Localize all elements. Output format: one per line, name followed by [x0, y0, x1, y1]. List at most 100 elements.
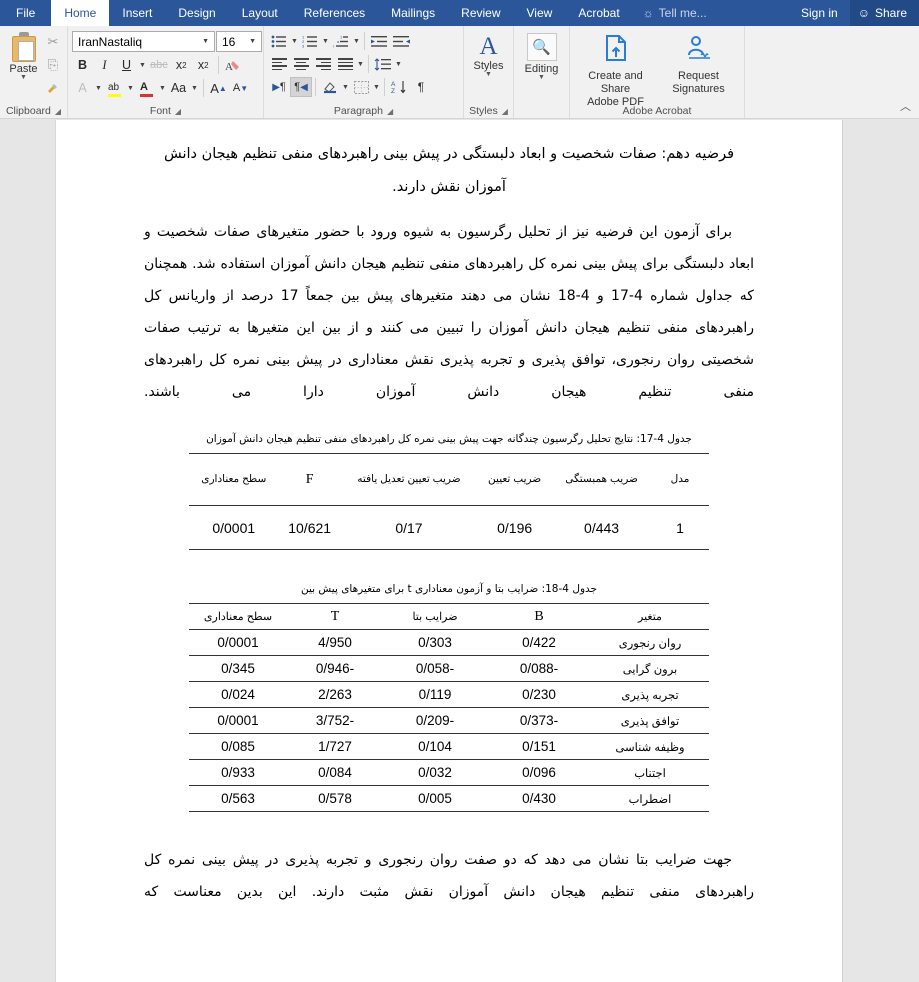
- text-highlight-color-button[interactable]: ab: [104, 78, 125, 98]
- tab-view[interactable]: View: [514, 0, 566, 26]
- font-divider: [217, 56, 219, 74]
- tab-design[interactable]: Design: [165, 0, 228, 26]
- editing-button[interactable]: 🔍 Editing ▼: [518, 29, 565, 81]
- underline-button[interactable]: U: [116, 55, 137, 75]
- align-left-button[interactable]: [268, 54, 290, 74]
- paragraph-dialog-launcher-icon[interactable]: ◢: [387, 107, 393, 116]
- font-name-combobox[interactable]: IranNastaliq ▼: [72, 31, 215, 52]
- table-2-cell-b: -0/373: [519, 713, 559, 728]
- document-page[interactable]: فرضیه دهم: صفات شخصیت و ابعاد دلبستگی در…: [55, 120, 843, 982]
- align-right-button[interactable]: [312, 54, 334, 74]
- table-1-cell-model: 1: [676, 519, 684, 536]
- multilevel-chevron-down-icon[interactable]: ▼: [352, 38, 361, 45]
- table-2-cell-b: 0/430: [522, 791, 556, 806]
- tab-insert[interactable]: Insert: [109, 0, 165, 26]
- tab-acrobat[interactable]: Acrobat: [565, 0, 632, 26]
- clipboard-icon: [11, 32, 37, 62]
- change-case-button[interactable]: Aa: [168, 78, 189, 98]
- font-name-chevron-down-icon[interactable]: ▼: [199, 38, 212, 45]
- request-signatures-button[interactable]: Request Signatures: [657, 29, 740, 96]
- styles-chevron-down-icon[interactable]: ▼: [485, 71, 492, 78]
- decrease-indent-button[interactable]: [368, 31, 390, 51]
- tab-references[interactable]: References: [291, 0, 378, 26]
- underline-chevron-down-icon[interactable]: ▼: [138, 62, 147, 69]
- strikethrough-button[interactable]: abc: [148, 55, 170, 75]
- line-spacing-chevron-down-icon[interactable]: ▼: [394, 61, 403, 68]
- styles-button[interactable]: A Styles ▼: [468, 29, 509, 78]
- grow-font-button[interactable]: A ▲: [208, 78, 229, 98]
- table-row: توافق پذیری -0/373 -0/209 -3/752 0/0001: [189, 708, 709, 734]
- ribbon: Paste ▼ ✂ ⎘ Clipboard ◢ IranNastaliq ▼ 1…: [0, 26, 919, 119]
- tab-home[interactable]: Home: [51, 0, 110, 26]
- table-2-cell-significance: 0/933: [221, 765, 255, 780]
- font-size-chevron-down-icon[interactable]: ▼: [246, 38, 259, 45]
- justify-chevron-down-icon[interactable]: ▼: [356, 61, 365, 68]
- copy-icon[interactable]: ⎘: [43, 56, 63, 74]
- bullets-chevron-down-icon[interactable]: ▼: [290, 38, 299, 45]
- highlight-chevron-down-icon[interactable]: ▼: [126, 85, 135, 92]
- table-1-cell-r-squared: 0/196: [497, 519, 533, 536]
- cut-icon[interactable]: ✂: [43, 33, 63, 51]
- font-color-button[interactable]: A: [136, 78, 157, 98]
- beta-coefficients-table: متغیر B ضرایب بتا T سطح معناداری روان رن…: [189, 603, 709, 812]
- font-color-chevron-down-icon[interactable]: ▼: [158, 85, 167, 92]
- create-and-share-adobe-pdf-button[interactable]: Create and Share Adobe PDF: [574, 29, 657, 109]
- share-button[interactable]: ☺ Share: [849, 0, 919, 26]
- rtl-text-direction-button[interactable]: ¶ ◀: [290, 77, 312, 97]
- multilevel-list-button[interactable]: 1ai: [330, 31, 352, 51]
- borders-button[interactable]: [350, 77, 372, 97]
- format-painter-icon[interactable]: [43, 79, 63, 97]
- italic-button[interactable]: I: [94, 55, 115, 75]
- table-2-header-t: T: [330, 608, 340, 624]
- table-1-cell-significance: 0/0001: [212, 519, 256, 536]
- ltr-text-direction-button[interactable]: ▶ ¶: [268, 77, 290, 97]
- line-spacing-button[interactable]: [372, 54, 394, 74]
- table-2-cell-significance: 0/085: [221, 739, 255, 754]
- tab-review[interactable]: Review: [448, 0, 513, 26]
- change-case-chevron-down-icon[interactable]: ▼: [190, 85, 199, 92]
- tell-me-search[interactable]: ☼ Tell me...: [633, 0, 717, 26]
- font-size-combobox[interactable]: 16 ▼: [216, 31, 262, 52]
- paste-chevron-down-icon[interactable]: ▼: [20, 74, 27, 81]
- tab-file[interactable]: File: [0, 0, 52, 26]
- bold-button[interactable]: B: [72, 55, 93, 75]
- signature-person-icon: [684, 33, 714, 68]
- borders-chevron-down-icon[interactable]: ▼: [372, 84, 381, 91]
- editing-chevron-down-icon[interactable]: ▼: [538, 74, 545, 81]
- font-dialog-launcher-icon[interactable]: ◢: [175, 107, 181, 116]
- superscript-button[interactable]: x2: [193, 55, 214, 75]
- table-2-cell-variable: تجربه پذیری: [621, 689, 679, 702]
- numbering-chevron-down-icon[interactable]: ▼: [321, 38, 330, 45]
- table-1-header-significance: سطح معناداری: [201, 473, 267, 485]
- table-2-caption: جدول 4-18: ضرایب بتا و آزمون معناداری t …: [300, 583, 598, 595]
- text-effects-button[interactable]: A: [72, 78, 93, 98]
- sort-button[interactable]: AZ: [388, 77, 410, 97]
- increase-indent-button[interactable]: [390, 31, 412, 51]
- text-effects-chevron-down-icon[interactable]: ▼: [94, 85, 103, 92]
- table-2-cell-variable: برون گرایی: [622, 663, 678, 676]
- request-signatures-label-line1: Request: [678, 70, 719, 82]
- tab-layout[interactable]: Layout: [229, 0, 291, 26]
- styles-dialog-launcher-icon[interactable]: ◢: [502, 107, 508, 116]
- subscript-button[interactable]: x2: [171, 55, 192, 75]
- bullets-button[interactable]: [268, 31, 290, 51]
- document-workspace[interactable]: فرضیه دهم: صفات شخصیت و ابعاد دلبستگی در…: [0, 120, 919, 982]
- align-center-button[interactable]: [290, 54, 312, 74]
- numbering-button[interactable]: 123: [299, 31, 321, 51]
- sign-in-button[interactable]: Sign in: [789, 0, 850, 26]
- clipboard-dialog-launcher-icon[interactable]: ◢: [55, 107, 61, 116]
- tab-mailings[interactable]: Mailings: [378, 0, 448, 26]
- justify-button[interactable]: [334, 54, 356, 74]
- paste-button[interactable]: Paste ▼: [4, 29, 43, 81]
- shading-chevron-down-icon[interactable]: ▼: [341, 84, 350, 91]
- table-row: اجتناب 0/096 0/032 0/084 0/933: [189, 760, 709, 786]
- ribbon-group-editing: 🔍 Editing ▼: [514, 26, 570, 118]
- ribbon-group-clipboard: Paste ▼ ✂ ⎘ Clipboard ◢: [0, 26, 68, 118]
- clear-formatting-icon[interactable]: A: [223, 55, 244, 75]
- show-formatting-marks-button[interactable]: ¶: [410, 77, 432, 97]
- shrink-font-button[interactable]: A ▼: [230, 78, 251, 98]
- collapse-ribbon-button[interactable]: ︿: [900, 98, 911, 114]
- document-paragraph-2: جهت ضرایب بتا نشان می دهد که دو صفت روان…: [144, 852, 754, 900]
- ribbon-empty-space: [745, 26, 919, 118]
- shading-button[interactable]: [319, 77, 341, 97]
